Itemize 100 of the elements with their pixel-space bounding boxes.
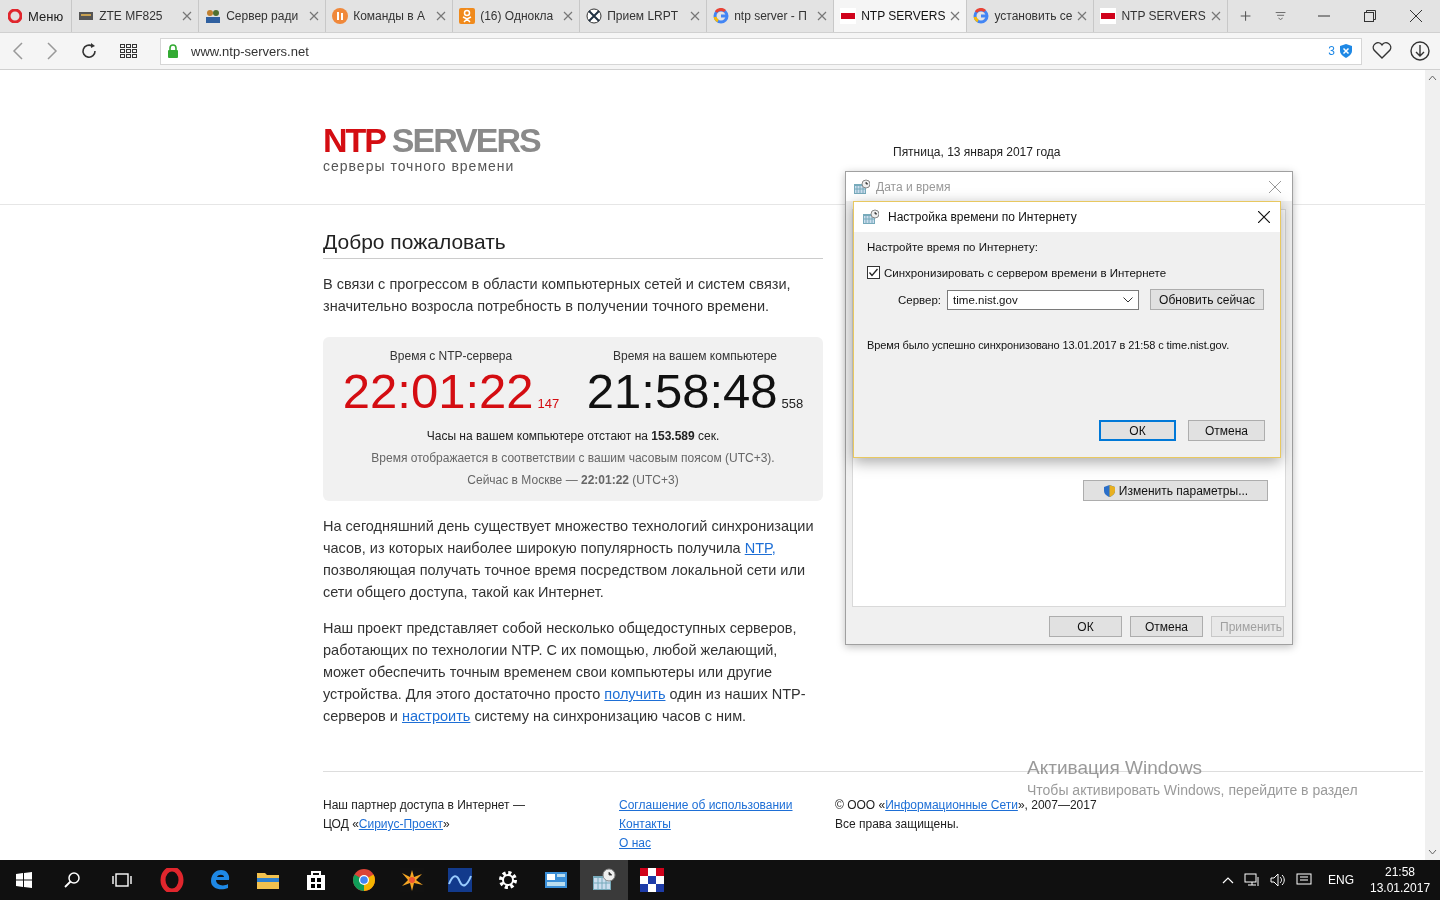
status-text: Время было успешно синхронизовано 13.01.2017 в 21:58 с time.nist.gov. [867, 339, 1231, 351]
scroll-up-icon[interactable] [1428, 75, 1437, 81]
browser-tab[interactable]: ZTE MF825 [72, 0, 200, 32]
back-icon[interactable] [12, 42, 24, 60]
volume-icon[interactable] [1270, 873, 1286, 887]
site-icon [840, 8, 857, 24]
tab-menu-icon[interactable] [1274, 10, 1286, 22]
dialog-title: Настройка времени по Интернету [888, 210, 1078, 224]
edge-icon [208, 868, 232, 892]
footer-link[interactable]: Контакты [619, 815, 671, 834]
dialog-button[interactable]: ОК [1099, 420, 1176, 441]
calendar-clock-icon [862, 209, 879, 225]
checkbox-icon[interactable] [867, 266, 880, 279]
browser-tab[interactable]: Прием LRPT [580, 0, 708, 32]
search-icon[interactable] [64, 872, 80, 888]
notification-icon[interactable] [1296, 873, 1312, 887]
sync-checkbox[interactable]: Синхронизировать с сервером времени в Интернете [867, 266, 1267, 279]
forward-icon[interactable] [46, 42, 58, 60]
dialog-button[interactable]: Отмена [1188, 420, 1265, 441]
menu-button[interactable]: Меню [0, 0, 73, 32]
scrollbar[interactable] [1425, 70, 1440, 860]
network-icon[interactable] [1244, 873, 1260, 887]
new-tab-icon[interactable] [1239, 8, 1251, 24]
settings-icon [496, 868, 520, 892]
milliseconds: 558 [781, 396, 804, 411]
paragraph: В связи с прогрессом в области компьютерных сетей и систем связи, значительно возросла потребность в получении точного времени. [323, 275, 792, 316]
chevron-up-icon[interactable] [1222, 876, 1234, 884]
paragraph: На сегодняшний день существует множество технологий синхронизации часов, из которых наиболее широкую популярность получила NTP, позволяющая получать точное время посредством локальной сети или сети общего доступа, такой как Интернет. [323, 517, 815, 602]
browser-tab[interactable]: Сервер ради [199, 0, 327, 32]
calendar-clock-icon [853, 178, 870, 195]
date-text: Пятница, 13 января 2017 года [893, 144, 1061, 161]
wave-icon [448, 868, 472, 892]
close-icon[interactable] [1410, 10, 1422, 22]
opera-icon [160, 868, 184, 892]
task-view-icon[interactable] [112, 872, 132, 888]
site-icon [1100, 8, 1117, 24]
change-settings-button[interactable]: Изменить параметры... [1083, 480, 1268, 501]
footer-text: Наш партнер доступа в Интернет — ЦОД «Сириус-Проект» [323, 797, 526, 833]
clock-label: Время с NTP-сервера [388, 349, 514, 363]
window-title: Дата и время [876, 179, 952, 194]
text-link[interactable]: Сириус-Проект [358, 817, 443, 831]
logo-tagline: серверы точного времени [323, 158, 516, 174]
server-dropdown[interactable]: time.nist.gov [947, 289, 1140, 310]
paragraph: Наш проект представляет собой несколько общедоступных серверов, работающих по технологии NTP. С их помощью, любой желающий, может обеспечить точным временем свои компьютеры или другие устройства. Для этого достаточно просто получить один из наших NTP-серверов и настроить систему на синхронизацию часов с ним. [323, 619, 807, 726]
lag-text: Часы на вашем компьютере отстают на 153.589 сек. [425, 429, 721, 443]
clock-time: 22:01:22 [342, 363, 534, 419]
page-heading: Добро пожаловать [323, 230, 823, 259]
milliseconds: 147 [537, 396, 560, 411]
activation-text: Чтобы активировать Windows, перейдите в раздел [1027, 781, 1358, 800]
dialog-button[interactable]: ОК [1049, 616, 1122, 637]
restore-icon[interactable] [1364, 10, 1376, 22]
opera-icon [8, 9, 22, 23]
url-text: www.ntp-servers.net [191, 43, 310, 59]
browser-tab[interactable]: установить се [967, 0, 1095, 32]
update-now-button[interactable]: Обновить сейчас [1150, 289, 1265, 310]
timezone-note: Время отображается в соответствии с вашим часовым поясом (UTC+3). [370, 451, 776, 465]
heart-icon[interactable] [1372, 42, 1392, 60]
activation-title: Активация Windows [1027, 757, 1204, 779]
checkered-icon [640, 868, 664, 892]
letter-badge-icon [332, 8, 349, 24]
taskbar-button[interactable] [580, 860, 628, 900]
language-indicator[interactable]: ENG [1328, 873, 1354, 887]
field-label: Сервер: [898, 293, 942, 306]
prompt-text: Настройте время по Интернету: [867, 241, 1039, 253]
clock-time: 21:58:48 [586, 363, 778, 419]
browser-tab[interactable]: NTP SERVERS [1094, 0, 1228, 32]
text-link[interactable]: Информационные Сети [885, 798, 1018, 812]
scroll-down-icon[interactable] [1428, 849, 1437, 855]
site-logo[interactable]: NTP SERVERS [323, 120, 540, 160]
person-icon [459, 8, 476, 24]
browser-tab[interactable]: (16) Однокла [453, 0, 581, 32]
address-bar[interactable]: www.ntp-servers.net 3 [160, 37, 1362, 65]
footer-text: © ООО «Информационные Сети», 2007—2017 Все права защищены. [835, 798, 1097, 833]
lock-icon [167, 44, 179, 58]
shield-icon [1339, 43, 1353, 59]
speed-dial-icon[interactable] [120, 43, 138, 59]
start-icon[interactable] [16, 872, 32, 888]
taskbar-clock[interactable]: 21:58 13.01.2017 [1370, 864, 1430, 896]
chrome-icon [352, 868, 376, 892]
text-link[interactable]: NTP, [744, 540, 776, 556]
chevron-down-icon [1123, 296, 1134, 303]
footer-link[interactable]: Соглашение об использовании [619, 796, 793, 815]
moscow-time: Сейчас в Москве — 22:01:22 (UTC+3) [466, 473, 680, 487]
reload-icon[interactable] [80, 42, 98, 60]
clock-label: Время на вашем компьютере [611, 349, 778, 363]
google-icon [713, 8, 730, 24]
close-icon[interactable] [1258, 211, 1270, 223]
blocked-count: 3 [1328, 44, 1335, 58]
footer-link[interactable]: О нас [619, 834, 651, 853]
text-link[interactable]: получить [604, 686, 666, 702]
calendar-clock-icon [592, 868, 616, 892]
shield-icon [1102, 483, 1116, 498]
text-link[interactable]: настроить [402, 708, 471, 724]
people-icon [205, 8, 222, 24]
browser-tab[interactable]: NTP SERVERS [834, 0, 968, 32]
download-icon[interactable] [1410, 41, 1430, 61]
google-icon [973, 8, 990, 24]
dialog-button[interactable]: Отмена [1130, 616, 1203, 637]
browser-tab[interactable]: Команды в А [326, 0, 454, 32]
store-icon [304, 868, 328, 892]
